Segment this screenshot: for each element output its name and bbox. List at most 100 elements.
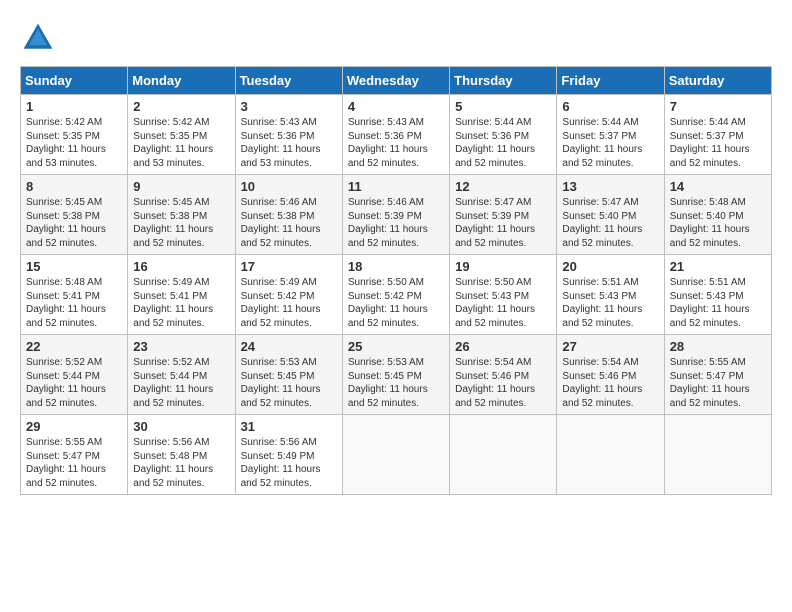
col-header-wednesday: Wednesday — [342, 67, 449, 95]
col-header-tuesday: Tuesday — [235, 67, 342, 95]
day-number: 30 — [133, 419, 229, 434]
day-number: 7 — [670, 99, 766, 114]
cell-content: Sunrise: 5:54 AM Sunset: 5:46 PM Dayligh… — [455, 356, 551, 410]
day-number: 22 — [26, 339, 122, 354]
cell-content: Sunrise: 5:54 AM Sunset: 5:46 PM Dayligh… — [562, 356, 658, 410]
calendar-cell: 8 Sunrise: 5:45 AM Sunset: 5:38 PM Dayli… — [21, 175, 128, 255]
cell-content: Sunrise: 5:47 AM Sunset: 5:39 PM Dayligh… — [455, 196, 551, 250]
calendar-cell: 26 Sunrise: 5:54 AM Sunset: 5:46 PM Dayl… — [450, 335, 557, 415]
calendar-cell: 28 Sunrise: 5:55 AM Sunset: 5:47 PM Dayl… — [664, 335, 771, 415]
calendar-cell: 29 Sunrise: 5:55 AM Sunset: 5:47 PM Dayl… — [21, 415, 128, 495]
day-number: 5 — [455, 99, 551, 114]
day-number: 13 — [562, 179, 658, 194]
day-number: 1 — [26, 99, 122, 114]
logo — [20, 20, 62, 56]
cell-content: Sunrise: 5:46 AM Sunset: 5:39 PM Dayligh… — [348, 196, 444, 250]
calendar-cell: 5 Sunrise: 5:44 AM Sunset: 5:36 PM Dayli… — [450, 95, 557, 175]
cell-content: Sunrise: 5:53 AM Sunset: 5:45 PM Dayligh… — [241, 356, 337, 410]
cell-content: Sunrise: 5:49 AM Sunset: 5:41 PM Dayligh… — [133, 276, 229, 330]
calendar-cell: 22 Sunrise: 5:52 AM Sunset: 5:44 PM Dayl… — [21, 335, 128, 415]
day-number: 21 — [670, 259, 766, 274]
calendar-table: SundayMondayTuesdayWednesdayThursdayFrid… — [20, 66, 772, 495]
day-number: 9 — [133, 179, 229, 194]
cell-content: Sunrise: 5:55 AM Sunset: 5:47 PM Dayligh… — [670, 356, 766, 410]
calendar-cell: 4 Sunrise: 5:43 AM Sunset: 5:36 PM Dayli… — [342, 95, 449, 175]
calendar-cell: 10 Sunrise: 5:46 AM Sunset: 5:38 PM Dayl… — [235, 175, 342, 255]
calendar-cell: 16 Sunrise: 5:49 AM Sunset: 5:41 PM Dayl… — [128, 255, 235, 335]
day-number: 18 — [348, 259, 444, 274]
cell-content: Sunrise: 5:55 AM Sunset: 5:47 PM Dayligh… — [26, 436, 122, 490]
cell-content: Sunrise: 5:47 AM Sunset: 5:40 PM Dayligh… — [562, 196, 658, 250]
calendar-cell — [557, 415, 664, 495]
cell-content: Sunrise: 5:42 AM Sunset: 5:35 PM Dayligh… — [26, 116, 122, 170]
day-number: 11 — [348, 179, 444, 194]
day-number: 15 — [26, 259, 122, 274]
day-number: 29 — [26, 419, 122, 434]
calendar-cell: 17 Sunrise: 5:49 AM Sunset: 5:42 PM Dayl… — [235, 255, 342, 335]
day-number: 24 — [241, 339, 337, 354]
calendar-cell: 31 Sunrise: 5:56 AM Sunset: 5:49 PM Dayl… — [235, 415, 342, 495]
cell-content: Sunrise: 5:45 AM Sunset: 5:38 PM Dayligh… — [133, 196, 229, 250]
day-number: 8 — [26, 179, 122, 194]
day-number: 6 — [562, 99, 658, 114]
calendar-cell: 15 Sunrise: 5:48 AM Sunset: 5:41 PM Dayl… — [21, 255, 128, 335]
calendar-cell — [450, 415, 557, 495]
day-number: 3 — [241, 99, 337, 114]
cell-content: Sunrise: 5:48 AM Sunset: 5:41 PM Dayligh… — [26, 276, 122, 330]
col-header-monday: Monday — [128, 67, 235, 95]
day-number: 26 — [455, 339, 551, 354]
calendar-cell: 11 Sunrise: 5:46 AM Sunset: 5:39 PM Dayl… — [342, 175, 449, 255]
calendar-cell: 20 Sunrise: 5:51 AM Sunset: 5:43 PM Dayl… — [557, 255, 664, 335]
calendar-cell: 3 Sunrise: 5:43 AM Sunset: 5:36 PM Dayli… — [235, 95, 342, 175]
calendar-cell: 21 Sunrise: 5:51 AM Sunset: 5:43 PM Dayl… — [664, 255, 771, 335]
logo-icon — [20, 20, 56, 56]
cell-content: Sunrise: 5:52 AM Sunset: 5:44 PM Dayligh… — [133, 356, 229, 410]
cell-content: Sunrise: 5:51 AM Sunset: 5:43 PM Dayligh… — [562, 276, 658, 330]
calendar-cell: 25 Sunrise: 5:53 AM Sunset: 5:45 PM Dayl… — [342, 335, 449, 415]
day-number: 4 — [348, 99, 444, 114]
page-header — [20, 20, 772, 56]
cell-content: Sunrise: 5:43 AM Sunset: 5:36 PM Dayligh… — [241, 116, 337, 170]
day-number: 28 — [670, 339, 766, 354]
cell-content: Sunrise: 5:52 AM Sunset: 5:44 PM Dayligh… — [26, 356, 122, 410]
cell-content: Sunrise: 5:46 AM Sunset: 5:38 PM Dayligh… — [241, 196, 337, 250]
cell-content: Sunrise: 5:56 AM Sunset: 5:48 PM Dayligh… — [133, 436, 229, 490]
calendar-cell: 30 Sunrise: 5:56 AM Sunset: 5:48 PM Dayl… — [128, 415, 235, 495]
calendar-cell: 7 Sunrise: 5:44 AM Sunset: 5:37 PM Dayli… — [664, 95, 771, 175]
cell-content: Sunrise: 5:43 AM Sunset: 5:36 PM Dayligh… — [348, 116, 444, 170]
cell-content: Sunrise: 5:50 AM Sunset: 5:42 PM Dayligh… — [348, 276, 444, 330]
day-number: 25 — [348, 339, 444, 354]
col-header-thursday: Thursday — [450, 67, 557, 95]
calendar-cell: 12 Sunrise: 5:47 AM Sunset: 5:39 PM Dayl… — [450, 175, 557, 255]
cell-content: Sunrise: 5:49 AM Sunset: 5:42 PM Dayligh… — [241, 276, 337, 330]
day-number: 2 — [133, 99, 229, 114]
calendar-cell — [342, 415, 449, 495]
day-number: 23 — [133, 339, 229, 354]
cell-content: Sunrise: 5:44 AM Sunset: 5:37 PM Dayligh… — [562, 116, 658, 170]
cell-content: Sunrise: 5:44 AM Sunset: 5:37 PM Dayligh… — [670, 116, 766, 170]
calendar-cell: 13 Sunrise: 5:47 AM Sunset: 5:40 PM Dayl… — [557, 175, 664, 255]
day-number: 12 — [455, 179, 551, 194]
calendar-cell: 6 Sunrise: 5:44 AM Sunset: 5:37 PM Dayli… — [557, 95, 664, 175]
day-number: 19 — [455, 259, 551, 274]
calendar-cell: 9 Sunrise: 5:45 AM Sunset: 5:38 PM Dayli… — [128, 175, 235, 255]
day-number: 27 — [562, 339, 658, 354]
day-number: 31 — [241, 419, 337, 434]
cell-content: Sunrise: 5:44 AM Sunset: 5:36 PM Dayligh… — [455, 116, 551, 170]
col-header-saturday: Saturday — [664, 67, 771, 95]
calendar-cell: 14 Sunrise: 5:48 AM Sunset: 5:40 PM Dayl… — [664, 175, 771, 255]
day-number: 16 — [133, 259, 229, 274]
day-number: 10 — [241, 179, 337, 194]
cell-content: Sunrise: 5:56 AM Sunset: 5:49 PM Dayligh… — [241, 436, 337, 490]
col-header-friday: Friday — [557, 67, 664, 95]
calendar-cell: 1 Sunrise: 5:42 AM Sunset: 5:35 PM Dayli… — [21, 95, 128, 175]
calendar-cell: 23 Sunrise: 5:52 AM Sunset: 5:44 PM Dayl… — [128, 335, 235, 415]
day-number: 14 — [670, 179, 766, 194]
calendar-cell: 27 Sunrise: 5:54 AM Sunset: 5:46 PM Dayl… — [557, 335, 664, 415]
col-header-sunday: Sunday — [21, 67, 128, 95]
cell-content: Sunrise: 5:42 AM Sunset: 5:35 PM Dayligh… — [133, 116, 229, 170]
calendar-cell: 19 Sunrise: 5:50 AM Sunset: 5:43 PM Dayl… — [450, 255, 557, 335]
cell-content: Sunrise: 5:50 AM Sunset: 5:43 PM Dayligh… — [455, 276, 551, 330]
cell-content: Sunrise: 5:45 AM Sunset: 5:38 PM Dayligh… — [26, 196, 122, 250]
calendar-cell: 24 Sunrise: 5:53 AM Sunset: 5:45 PM Dayl… — [235, 335, 342, 415]
